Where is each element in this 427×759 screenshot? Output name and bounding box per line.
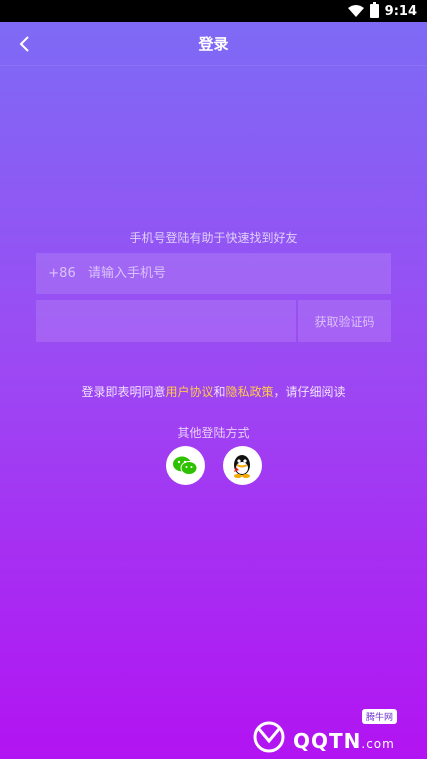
- wechat-login-button[interactable]: [165, 446, 205, 485]
- phone-input[interactable]: [88, 253, 391, 294]
- qq-icon: [234, 454, 250, 478]
- status-time: 9:14: [384, 3, 417, 19]
- login-hint: 手机号登陆有助于快速找到好友: [129, 231, 298, 245]
- privacy-policy-link[interactable]: 隐私政策: [226, 385, 274, 399]
- wechat-icon: [173, 456, 198, 475]
- battery-icon: [369, 2, 379, 18]
- chevron-left-icon: [19, 36, 29, 52]
- qq-login-button[interactable]: [222, 446, 262, 485]
- phone-field: +86: [36, 253, 391, 294]
- user-agreement-link[interactable]: 用户协议: [165, 385, 213, 399]
- social-login: [0, 446, 427, 485]
- site-watermark: QQTN.com 腾牛网: [249, 709, 419, 753]
- watermark-badge: 腾牛网: [361, 709, 397, 724]
- agreement-prefix: 登录即表明同意: [81, 385, 166, 399]
- watermark-text: QQTN.com: [293, 729, 395, 753]
- verification-code-row: 获取验证码: [36, 300, 391, 342]
- get-code-button[interactable]: 获取验证码: [298, 300, 391, 342]
- agreement-and: 和: [213, 385, 226, 399]
- agreement-suffix: ，请仔细阅读: [273, 385, 346, 399]
- wifi-icon: [347, 5, 364, 17]
- watermark-brand: QQTN: [293, 729, 362, 753]
- other-login-title: 其他登陆方式: [177, 426, 250, 440]
- verification-code-input[interactable]: [36, 300, 296, 342]
- watermark-logo-icon: [253, 721, 285, 753]
- watermark-domain: .com: [361, 737, 395, 751]
- back-button[interactable]: [12, 32, 36, 56]
- country-code[interactable]: +86: [36, 266, 88, 281]
- status-bar: 9:14: [0, 0, 427, 22]
- nav-bar: 登录: [0, 22, 427, 66]
- agreement-text: 登录即表明同意用户协议和隐私政策，请仔细阅读: [0, 383, 427, 400]
- page-title: 登录: [198, 35, 229, 53]
